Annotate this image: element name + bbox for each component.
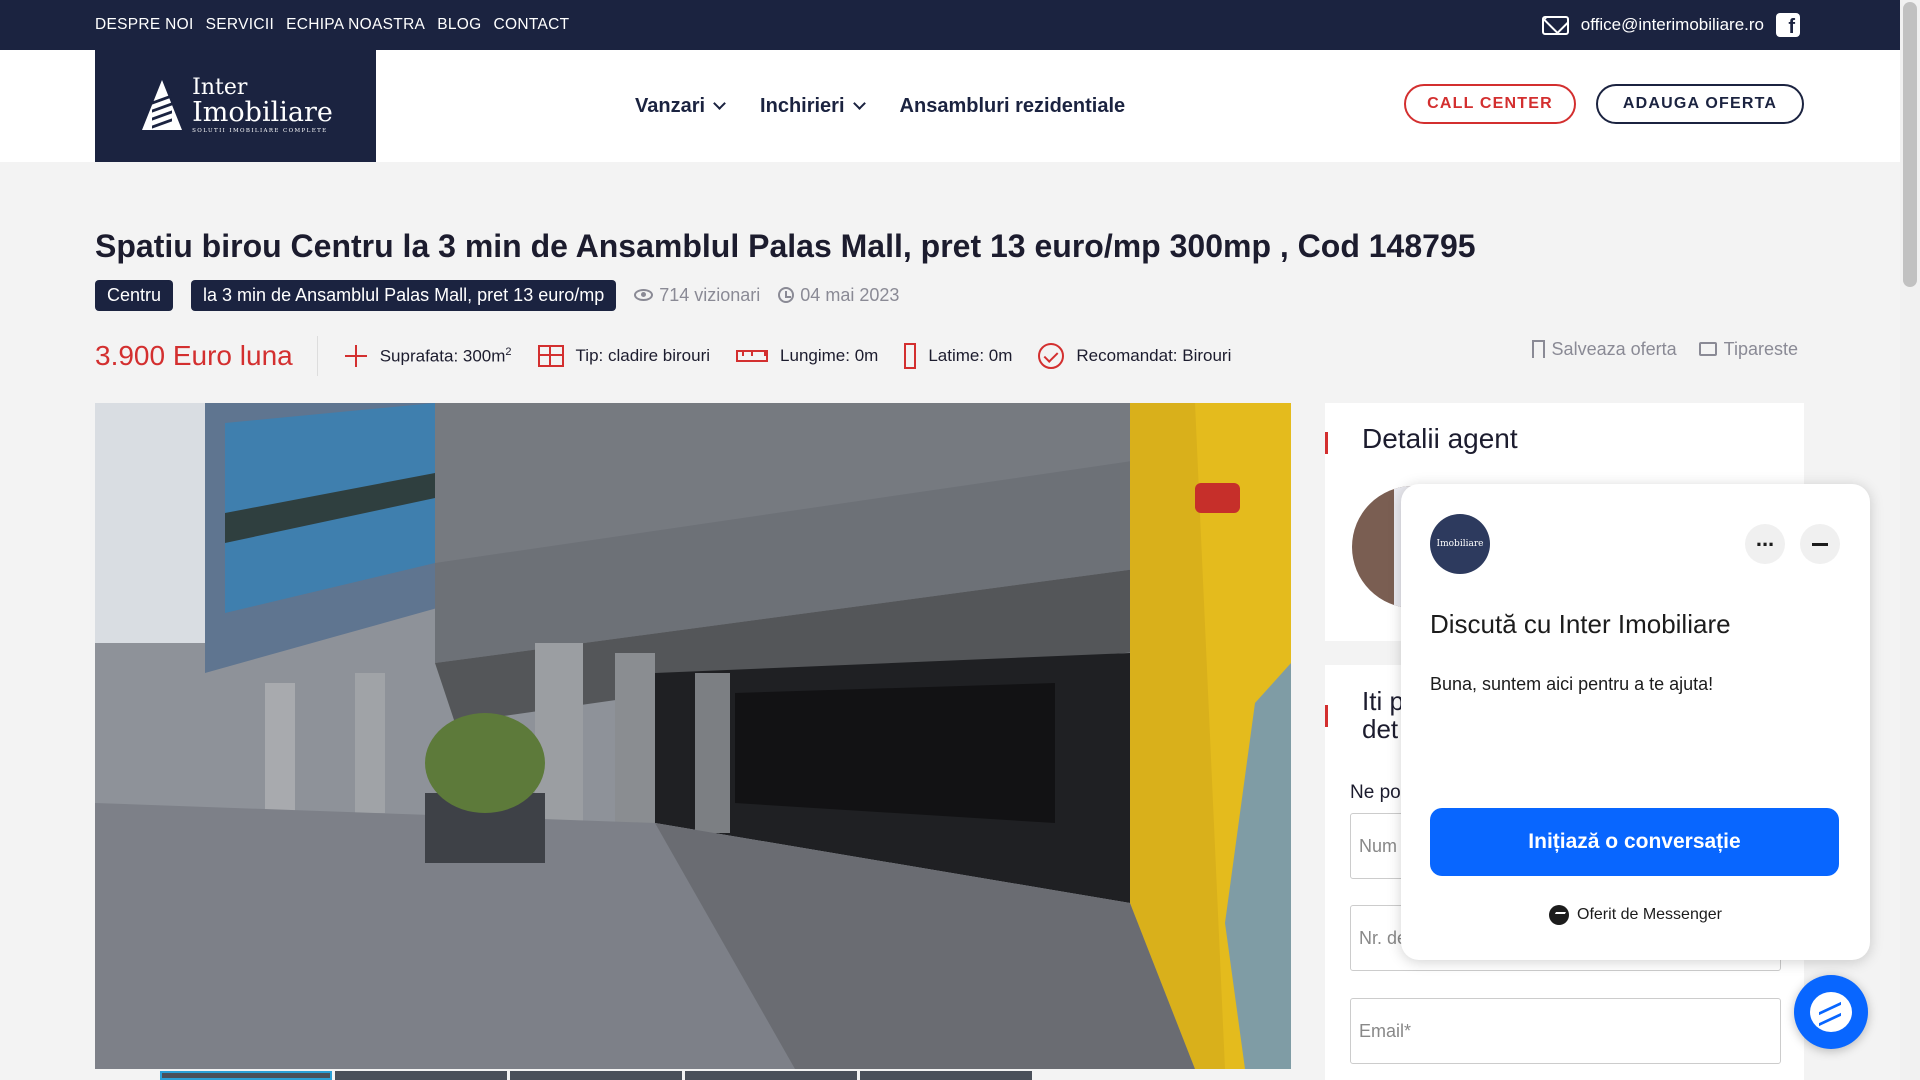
contact-intro: Ne po [1350, 782, 1401, 803]
vertical-ruler-icon [904, 343, 917, 369]
email-link[interactable]: office@interimobiliare.ro [1581, 15, 1764, 35]
messenger-icon [1549, 905, 1570, 925]
messenger-launcher-button[interactable] [1794, 975, 1868, 1049]
thumbnail[interactable] [685, 1071, 857, 1080]
top-contact: office@interimobiliare.ro f [1541, 0, 1800, 50]
top-nav-echipa-noastra[interactable]: ECHIPA NOASTRA [286, 16, 425, 34]
nav-vanzari[interactable]: Vanzari [635, 94, 726, 118]
spec-type: Tip: cladire birouri [537, 345, 711, 367]
date-text: 04 mai 2023 [800, 284, 900, 305]
listing-photo[interactable] [95, 403, 1291, 1069]
clock-icon [778, 287, 795, 303]
spec-surface: Suprafata: 300m2 [344, 344, 512, 368]
tag-zone[interactable]: Centru [95, 279, 174, 311]
spec-length: Lungime: 0m [736, 346, 878, 366]
listing-title: Spatiu birou Centru la 3 min de Ansamblu… [95, 228, 1476, 264]
top-nav-despre-noi[interactable]: DESPRE NOI [95, 16, 194, 34]
top-nav-blog[interactable]: BLOG [437, 16, 481, 34]
floorplan-icon [537, 345, 564, 367]
surface-sup: 2 [505, 345, 512, 358]
nav-inchirieri-label: Inchirieri [760, 94, 845, 117]
save-offer-label: Salveaza oferta [1551, 338, 1677, 359]
thumbnail[interactable] [160, 1071, 332, 1080]
more-options-button[interactable]: ... [1745, 524, 1785, 564]
agent-title: Detalii agent [1362, 423, 1518, 454]
spec-recommended: Recomandat: Birouri [1038, 343, 1231, 369]
tag-location[interactable]: la 3 min de Ansamblul Palas Mall, pret 1… [191, 279, 617, 311]
start-conversation-button[interactable]: Inițiază o conversație [1430, 808, 1839, 876]
check-circle-icon [1038, 343, 1065, 369]
main-header: Inter Imobiliare SOLUTII IMOBILIARE COMP… [0, 50, 1900, 162]
listing-meta: Centru la 3 min de Ansamblul Palas Mall,… [95, 278, 899, 312]
bookmark-icon [1531, 340, 1545, 358]
section-accent [1325, 705, 1328, 727]
views-text: 714 vizionari [659, 284, 761, 305]
facebook-icon[interactable]: f [1776, 13, 1800, 37]
building-photo-illustration [95, 403, 1291, 1069]
messenger-icon [1810, 992, 1852, 1032]
email-field[interactable]: Email* [1350, 998, 1781, 1064]
minimize-button[interactable] [1800, 524, 1840, 564]
photo-thumbnails [160, 1071, 1032, 1080]
top-nav-servicii[interactable]: SERVICII [206, 16, 274, 34]
print-label: Tipareste [1723, 338, 1798, 359]
top-nav: DESPRE NOI SERVICII ECHIPA NOASTRA BLOG … [95, 0, 569, 50]
recommended-text: Recomandat: Birouri [1076, 346, 1232, 365]
move-arrows-icon [344, 344, 368, 368]
call-center-button[interactable]: CALL CENTER [1404, 84, 1576, 124]
messenger-chat-popup: Imobiliare ... Discută cu Inter Imobilia… [1401, 484, 1870, 960]
thumbnail[interactable] [860, 1071, 1032, 1080]
messenger-credit-text: Oferit de Messenger [1577, 906, 1722, 923]
thumbnail[interactable] [510, 1071, 682, 1080]
views-count: 714 vizionari [634, 285, 760, 306]
spec-width: Latime: 0m [904, 343, 1012, 369]
chevron-down-icon [713, 97, 726, 110]
nav-inchirieri[interactable]: Inchirieri [760, 94, 866, 118]
type-text: Tip: cladire birouri [575, 346, 711, 365]
mail-icon [1541, 15, 1569, 35]
site-logo[interactable]: Inter Imobiliare SOLUTII IMOBILIARE COMP… [95, 50, 376, 162]
surface-text: Suprafata: 300m [379, 346, 506, 366]
width-text: Latime: 0m [928, 346, 1013, 365]
top-bar: DESPRE NOI SERVICII ECHIPA NOASTRA BLOG … [0, 0, 1900, 50]
print-button[interactable]: Tipareste [1698, 338, 1798, 360]
main-nav: Vanzari Inchirieri Ansambluri rezidentia… [635, 50, 1125, 162]
listing-specs: 3.900 Euro luna Suprafata: 300m2 Tip: cl… [95, 336, 1231, 376]
listing-date: 04 mai 2023 [778, 285, 899, 306]
more-dots-icon: ... [1755, 526, 1775, 551]
scrollbar-thumb[interactable] [1903, 2, 1917, 287]
ruler-icon [736, 350, 769, 362]
chat-avatar-text: Imobiliare [1436, 538, 1484, 549]
length-text: Lungime: 0m [780, 346, 879, 365]
logo-mark-icon [138, 80, 186, 132]
eye-icon [634, 289, 654, 301]
logo-line2: Imobiliare [192, 97, 333, 129]
printer-icon [1698, 342, 1717, 356]
contact-title-line2: det [1362, 714, 1399, 744]
chevron-down-icon [852, 97, 866, 110]
nav-ansambluri[interactable]: Ansambluri rezidentiale [900, 95, 1126, 118]
listing-price: 3.900 Euro luna [95, 336, 318, 376]
page-scrollbar[interactable] [1900, 0, 1920, 1080]
chat-title: Discută cu Inter Imobiliare [1430, 609, 1731, 639]
add-offer-button[interactable]: ADAUGA OFERTA [1596, 84, 1804, 124]
save-offer-button[interactable]: Salveaza oferta [1531, 338, 1677, 360]
contact-title-line1: Iti p [1362, 686, 1404, 716]
top-nav-contact[interactable]: CONTACT [493, 16, 569, 34]
messenger-credit: Oferit de Messenger [1401, 905, 1870, 925]
listing-actions: Salveaza oferta Tipareste [1531, 336, 1798, 362]
nav-ansambluri-label: Ansambluri rezidentiale [899, 94, 1126, 117]
chat-avatar: Imobiliare [1430, 514, 1490, 574]
logo-line1: Inter [192, 75, 248, 101]
thumbnail[interactable] [335, 1071, 507, 1080]
nav-vanzari-label: Vanzari [635, 94, 706, 117]
minimize-icon [1812, 542, 1828, 546]
section-accent [1325, 432, 1328, 454]
logo-tagline: SOLUTII IMOBILIARE COMPLETE [192, 128, 328, 135]
chat-greeting: Buna, suntem aici pentru a te ajuta! [1430, 674, 1714, 694]
